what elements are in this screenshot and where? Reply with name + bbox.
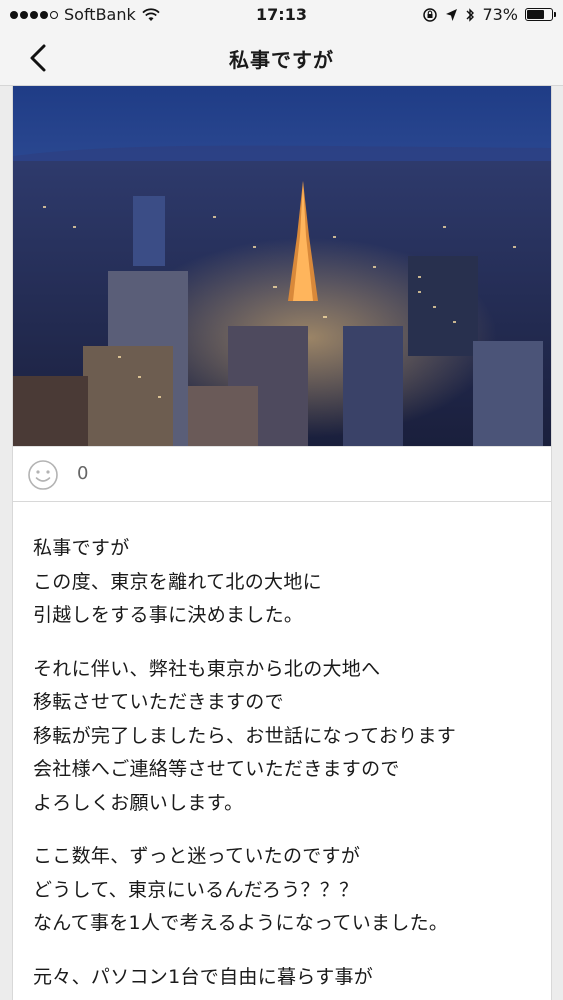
article-line: よろしくお願いします。 [33,791,244,814]
article-line: どうして、東京にいるんだろう？？？ [33,878,359,901]
post-card: 0 [12,86,552,502]
article-line: 移転させていただきますので [33,691,284,713]
status-bar: SoftBank 17:13 73% [0,0,563,30]
battery-percent: 73% [482,5,518,24]
article-line: なんて事を1人で考えるようになっていました。 [33,912,449,934]
page-title: 私事ですが [229,48,334,72]
battery-icon [525,8,556,21]
article-line: 元々、パソコン1台で自由に暮らす事が [33,965,374,988]
article-line: 移転が完了しましたら、お世話になっております [33,724,457,747]
post-actions: 0 [13,446,551,501]
article-paragraph: ここ数年、ずっと迷っていたのですが どうして、東京にいるんだろう？？？ なんて事を1… [33,840,538,941]
article-text: 私事ですがこの度、東京を離れて北の大地に 引越しをする事に決めました。それに伴い、… [33,532,538,1000]
article-line: 引越しをする事に決めました。 [33,604,304,626]
article-line: それに伴い、弊社も東京から北の大地へ [33,657,381,680]
article-line: 私事ですが [33,537,130,559]
article-paragraph: 元々、パソコン1台で自由に暮らす事が [33,961,538,995]
battery-level [527,10,544,19]
like-count: 0 [77,463,89,484]
status-right: 73% [422,5,556,24]
article-line: この度、東京を離れて北の大地に [33,570,322,593]
article-paragraph: 私事ですがこの度、東京を離れて北の大地に 引越しをする事に決めました。 [33,532,538,633]
navigation-bar: 私事ですが [0,30,563,86]
city-night-photo[interactable] [13,86,551,446]
smiley-icon[interactable] [27,459,59,491]
bluetooth-icon [466,7,475,22]
location-arrow-icon [446,8,458,21]
article-line: ここ数年、ずっと迷っていたのですが [33,845,361,867]
orientation-lock-icon [423,7,438,22]
article-line: 会社様へご連絡等させていただきますので [33,758,400,780]
article-body: 私事ですがこの度、東京を離れて北の大地に 引越しをする事に決めました。それに伴い、… [12,502,552,1000]
article-paragraph: それに伴い、弊社も東京から北の大地へ 移転させていただきますので移転が完了しました… [33,653,538,821]
